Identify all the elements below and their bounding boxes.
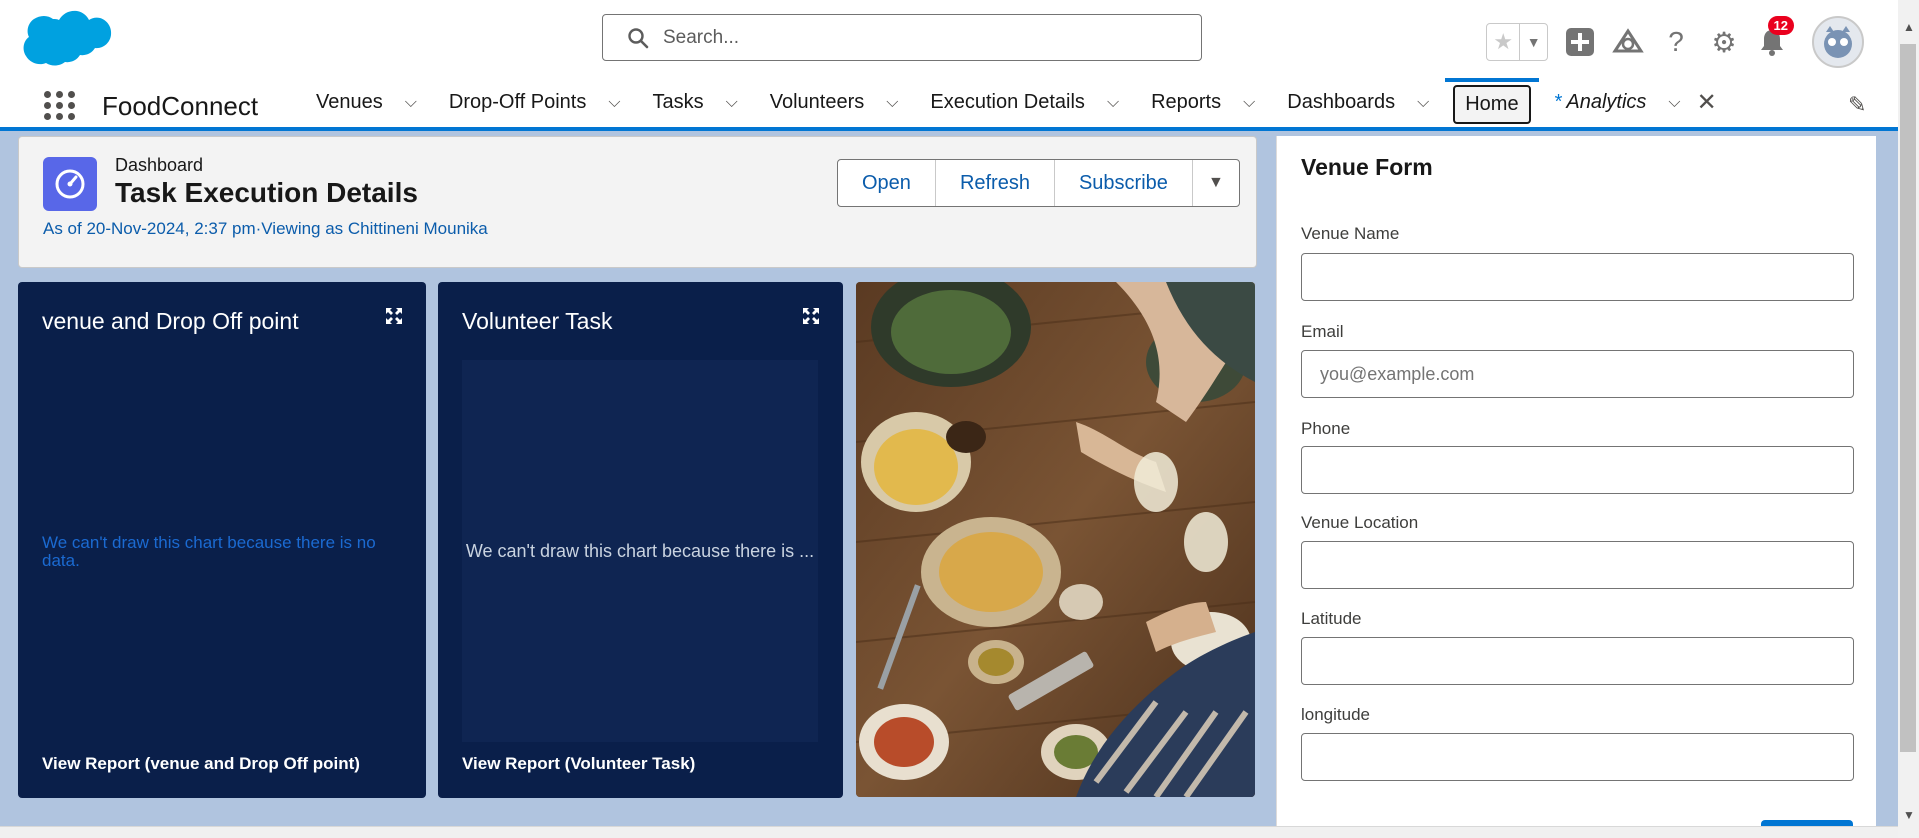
tab-analytics[interactable]: * Analytics ⌵ ✕ — [1539, 88, 1733, 117]
nav-item-label: Dashboards — [1287, 91, 1396, 113]
expand-icon[interactable] — [384, 306, 404, 326]
venue-form-title: Venue Form — [1301, 154, 1433, 180]
nav-home-label: Home — [1453, 85, 1531, 124]
favorite-star-icon[interactable]: ★ — [1487, 24, 1521, 60]
nav-item-label: Drop-Off Points — [448, 91, 587, 113]
search-placeholder: Search... — [663, 26, 740, 48]
food-table-image — [856, 282, 1255, 797]
header-utility-icons: ★ ▼ ? ⚙ 12 — [1486, 16, 1864, 68]
venue-location-field[interactable] — [1301, 541, 1854, 589]
nav-items: Venues ⌵ Drop-Off Points ⌵ Tasks ⌵ Volun… — [300, 78, 1733, 127]
open-button[interactable]: Open — [838, 160, 936, 206]
longitude-label: longitude — [1301, 705, 1371, 724]
app-launcher-icon[interactable] — [42, 87, 78, 123]
scroll-up-arrow-icon[interactable]: ▲ — [1903, 20, 1915, 34]
latitude-label: Latitude — [1301, 609, 1362, 628]
nav-item-dashboards[interactable]: Dashboards ⌵ — [1271, 78, 1445, 127]
phone-field[interactable] — [1301, 446, 1854, 494]
unsaved-marker: * — [1554, 91, 1563, 113]
chevron-down-icon[interactable]: ⌵ — [1107, 94, 1119, 112]
nav-item-drop-off-points[interactable]: Drop-Off Points ⌵ — [433, 78, 637, 127]
scroll-down-arrow-icon[interactable]: ▼ — [1903, 808, 1915, 822]
setup-gear-icon[interactable]: ⚙ — [1700, 22, 1748, 62]
venue-name-field[interactable] — [1301, 253, 1854, 301]
latitude-field[interactable] — [1301, 637, 1854, 685]
longitude-field[interactable] — [1301, 733, 1854, 781]
nav-item-label: Reports — [1151, 91, 1222, 113]
nav-item-venues[interactable]: Venues ⌵ — [300, 78, 433, 127]
app-name: FoodConnect — [102, 91, 259, 121]
venue-name-label: Venue Name — [1301, 224, 1400, 243]
no-data-message: We can't draw this chart because there i… — [42, 533, 376, 570]
chevron-down-icon[interactable]: ⌵ — [1243, 94, 1255, 112]
phone-label: Phone — [1301, 419, 1351, 438]
more-actions-dropdown-icon[interactable]: ▼ — [1193, 160, 1239, 206]
chevron-down-icon[interactable]: ⌵ — [726, 94, 738, 112]
page-scrollbar[interactable]: ▲ ▼ — [1898, 0, 1919, 838]
app-navigation-bar: FoodConnect Venues ⌵ Drop-Off Points ⌵ T… — [0, 78, 1898, 131]
notification-badge: 12 — [1767, 16, 1794, 35]
venue-form-panel: Venue Form Venue Name Email you@example.… — [1276, 136, 1876, 838]
edit-nav-pencil-icon[interactable]: ✎ — [1848, 92, 1866, 118]
help-icon[interactable]: ? — [1652, 22, 1700, 62]
view-report-link[interactable]: View Report (Volunteer Task) — [462, 754, 695, 774]
chevron-down-icon[interactable]: ⌵ — [1668, 94, 1680, 112]
dashboard-gauge-icon — [43, 157, 97, 211]
search-icon — [628, 27, 649, 48]
trailhead-guidance-icon[interactable] — [1604, 22, 1652, 62]
notifications-bell-icon[interactable]: 12 — [1748, 16, 1796, 62]
expand-icon[interactable] — [801, 306, 821, 326]
nav-item-volunteers[interactable]: Volunteers ⌵ — [754, 78, 915, 127]
chart-area: We can't draw this chart because there i… — [462, 360, 818, 742]
global-search-input[interactable]: Search... — [602, 14, 1202, 61]
refresh-button[interactable]: Refresh — [936, 160, 1055, 206]
view-report-link[interactable]: View Report (venue and Drop Off point) — [42, 754, 360, 774]
dashboard-widget-volunteer-task: Volunteer Task We can't draw this chart … — [438, 282, 843, 798]
nav-item-home[interactable]: Home — [1445, 78, 1539, 127]
nav-item-label: Tasks — [652, 91, 704, 113]
venue-location-label: Venue Location — [1301, 513, 1419, 532]
no-data-message: We can't draw this chart because there i… — [465, 540, 815, 561]
chevron-down-icon[interactable]: ⌵ — [1417, 94, 1429, 112]
email-label: Email — [1301, 322, 1344, 341]
close-tab-icon[interactable]: ✕ — [1697, 88, 1717, 117]
nav-item-label: Execution Details — [930, 91, 1085, 113]
scroll-thumb[interactable] — [1900, 44, 1916, 752]
dashboard-type-label: Dashboard — [115, 155, 204, 175]
chevron-down-icon[interactable]: ⌵ — [886, 94, 898, 112]
favorites-group: ★ ▼ — [1486, 23, 1548, 61]
nav-item-execution-details[interactable]: Execution Details ⌵ — [914, 78, 1135, 127]
nav-item-reports[interactable]: Reports ⌵ — [1135, 78, 1271, 127]
chevron-down-icon[interactable]: ⌵ — [405, 94, 417, 112]
global-actions-add-icon[interactable] — [1556, 22, 1604, 62]
global-header: Search... ★ ▼ ? ⚙ 12 — [0, 0, 1898, 78]
dashboard-button-group: Open Refresh Subscribe ▼ — [837, 159, 1240, 207]
nav-item-tasks[interactable]: Tasks ⌵ — [636, 78, 753, 127]
dashboard-meta: As of 20-Nov-2024, 2:37 pm·Viewing as Ch… — [43, 219, 488, 238]
widget-title: Volunteer Task — [462, 308, 613, 334]
favorites-dropdown-icon[interactable]: ▼ — [1520, 24, 1547, 60]
bottom-utility-bar — [0, 826, 1898, 838]
salesforce-logo[interactable] — [22, 8, 112, 70]
user-avatar[interactable] — [1812, 16, 1864, 68]
nav-item-label: Venues — [316, 91, 383, 113]
chevron-down-icon[interactable]: ⌵ — [608, 94, 620, 112]
tab-analytics-label: Analytics — [1566, 91, 1647, 113]
subscribe-button[interactable]: Subscribe — [1055, 160, 1193, 206]
widget-title: venue and Drop Off point — [42, 308, 299, 334]
dashboard-widget-venue-drop-off: venue and Drop Off point We can't draw t… — [18, 282, 426, 798]
dashboard-title: Task Execution Details — [115, 177, 418, 208]
nav-item-label: Volunteers — [769, 91, 865, 113]
email-field[interactable]: you@example.com — [1301, 350, 1854, 398]
dashboard-header: Dashboard Task Execution Details As of 2… — [18, 136, 1257, 268]
